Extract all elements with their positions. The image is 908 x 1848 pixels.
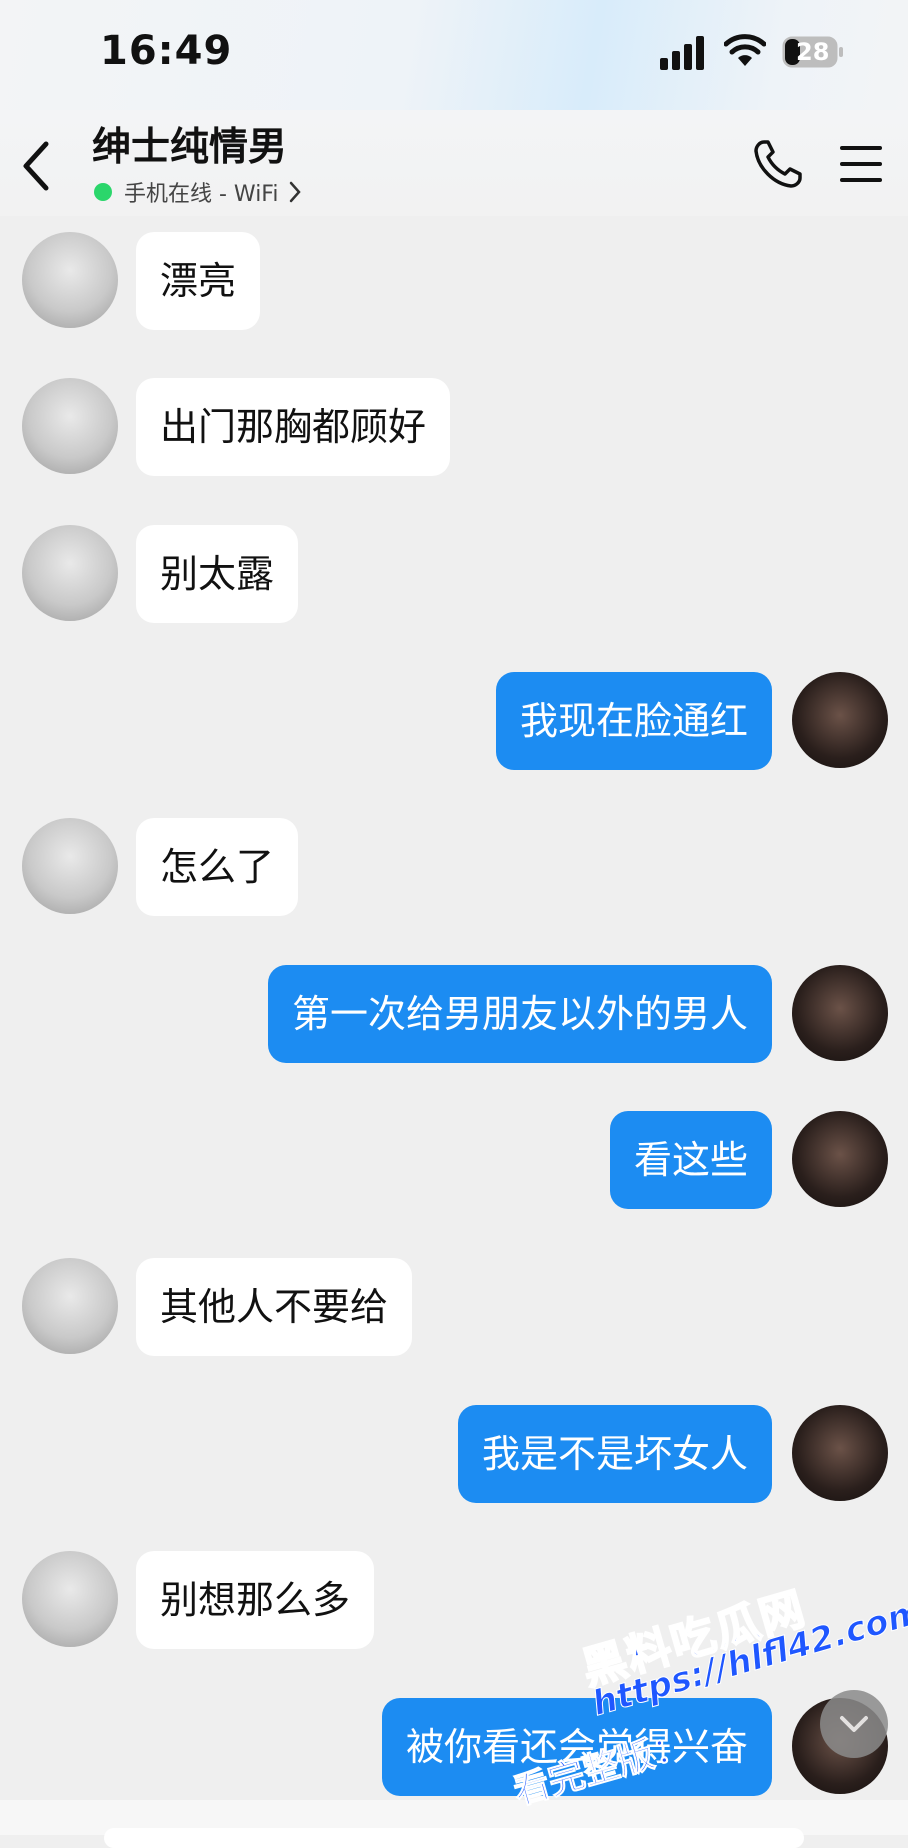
message-row: 漂亮 <box>0 232 908 332</box>
status-bar: 16:49 28 <box>0 0 908 110</box>
message-bubble[interactable]: 看这些 <box>609 1111 772 1209</box>
avatar[interactable] <box>22 232 118 328</box>
message-bubble[interactable]: 我现在脸通红 <box>495 672 772 770</box>
contact-name[interactable]: 绅士纯情男 <box>92 116 287 172</box>
message-bubble[interactable]: 漂亮 <box>136 232 261 330</box>
message-row: 我是不是坏女人 <box>0 1405 908 1505</box>
message-bubble[interactable]: 出门那胸都顾好 <box>136 378 451 476</box>
message-row: 被你看还会觉得兴奋 <box>0 1698 908 1798</box>
message-input[interactable] <box>104 1828 804 1848</box>
avatar[interactable] <box>792 1111 888 1207</box>
message-bubble[interactable]: 怎么了 <box>136 818 299 916</box>
message-list[interactable]: 漂亮 出门那胸都顾好 别太露 我现在脸通红 怎么了 第一次给男朋友以外的男人 看… <box>0 216 908 1835</box>
chevron-right-icon <box>290 181 302 203</box>
message-row: 看这些 <box>0 1111 908 1211</box>
message-row: 出门那胸都顾好 <box>0 378 908 478</box>
battery-icon: 28 <box>782 36 844 68</box>
message-bubble[interactable]: 别太露 <box>136 525 299 623</box>
chevron-left-icon[interactable] <box>18 140 54 192</box>
input-bar <box>0 1800 908 1848</box>
online-status-text: 手机在线 - WiFi <box>124 182 279 207</box>
message-row: 我现在脸通红 <box>0 672 908 772</box>
avatar[interactable] <box>22 378 118 474</box>
chat-header: 绅士纯情男 手机在线 - WiFi <box>0 110 908 216</box>
signal-icon <box>660 36 704 70</box>
status-time: 16:49 <box>100 28 233 74</box>
message-row: 怎么了 <box>0 818 908 918</box>
online-dot <box>94 183 112 201</box>
menu-icon[interactable] <box>840 144 882 184</box>
scroll-to-bottom-button[interactable] <box>820 1690 888 1758</box>
battery-level: 28 <box>796 38 830 66</box>
online-status[interactable]: 手机在线 - WiFi <box>94 174 302 210</box>
avatar[interactable] <box>792 672 888 768</box>
message-bubble[interactable]: 被你看还会觉得兴奋 <box>381 1698 772 1796</box>
phone-icon[interactable] <box>752 138 804 190</box>
avatar[interactable] <box>22 1551 118 1647</box>
avatar[interactable] <box>22 525 118 621</box>
message-bubble[interactable]: 第一次给男朋友以外的男人 <box>267 965 772 1063</box>
avatar[interactable] <box>792 1405 888 1501</box>
avatar[interactable] <box>22 818 118 914</box>
avatar[interactable] <box>22 1258 118 1354</box>
message-row: 别太露 <box>0 525 908 625</box>
wifi-icon <box>724 34 766 66</box>
message-row: 第一次给男朋友以外的男人 <box>0 965 908 1065</box>
message-row: 其他人不要给 <box>0 1258 908 1358</box>
chevron-down-icon <box>840 1716 868 1732</box>
message-bubble[interactable]: 别想那么多 <box>136 1551 375 1649</box>
avatar[interactable] <box>792 965 888 1061</box>
message-bubble[interactable]: 我是不是坏女人 <box>457 1405 772 1503</box>
message-bubble[interactable]: 其他人不要给 <box>136 1258 413 1356</box>
message-row: 别想那么多 <box>0 1551 908 1651</box>
